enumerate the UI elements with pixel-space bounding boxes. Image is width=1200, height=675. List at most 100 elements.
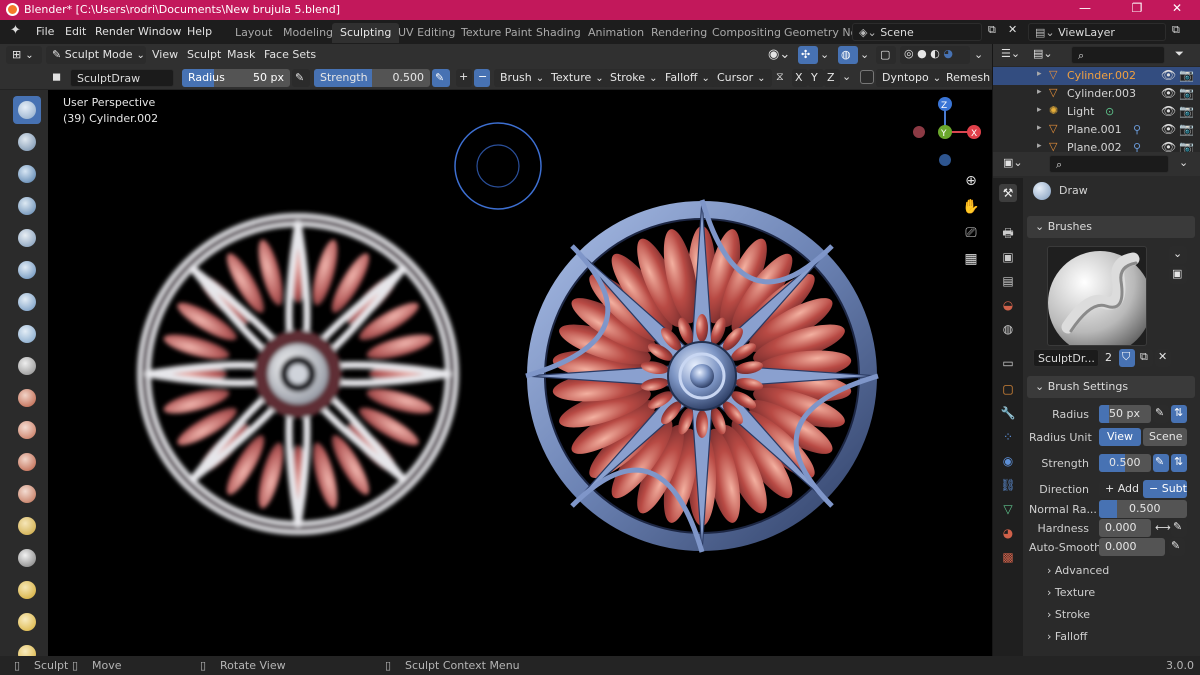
outliner-row[interactable]: ▸ ▽ Plane.002 ⚲ 👁 📷 [993,139,1200,152]
hardness-pressure-icon[interactable]: ✎ [1171,519,1187,537]
outliner-editor-icon[interactable]: ☰⌄ [1001,47,1020,60]
overlay-dropdown-icon[interactable]: ⌄ [860,48,869,61]
xray-toggle-icon[interactable]: ▢ [876,46,896,64]
delete-scene-icon[interactable]: ✕ [1008,23,1017,36]
radius-pressure-icon[interactable]: ✎ [292,69,310,87]
brush-datablock-field[interactable]: SculptDr... [1033,349,1099,367]
menu-file[interactable]: File [36,25,54,38]
duplicate-brush-icon[interactable]: ⧉ [1137,349,1153,367]
material-tab-icon[interactable]: ◕ [999,524,1017,542]
hardness-field[interactable]: 0.000 [1099,519,1151,537]
auto-smooth-pressure-icon[interactable]: ✎ [1169,538,1185,556]
rendered-shading-icon[interactable]: ◕ [943,47,953,60]
expand-icon[interactable]: ▸ [1037,141,1042,151]
tool-clay-strips[interactable] [13,192,41,220]
modifier-tab-icon[interactable]: 🔧 [999,404,1017,422]
strength-prop-field[interactable]: 0.500 [1099,454,1151,472]
camera-view-icon[interactable]: ⎚ [960,222,982,244]
unlink-brush-icon[interactable]: ✕ [1155,349,1171,367]
falloff-subpanel[interactable]: › Falloff [1047,630,1087,643]
gizmo-neg-z-axis[interactable] [939,154,951,166]
invert-hardness-icon[interactable]: ⟷ [1155,521,1171,534]
direction-add-icon[interactable]: + [456,69,472,87]
camera-icon[interactable]: 📷 [1179,104,1194,118]
menu-render[interactable]: Render [95,25,134,38]
eye-icon[interactable]: 👁 [1161,122,1176,136]
tool-grab[interactable] [13,576,41,604]
constraints-tab-icon[interactable]: ⛓ [999,476,1017,494]
outliner-search-input[interactable]: ⌕ [1071,46,1165,64]
tool-draw-sharp[interactable] [13,128,41,156]
direction-subtract-button[interactable]: − Subt... [1143,480,1187,498]
camera-icon[interactable]: 📷 [1179,140,1194,152]
close-window-button[interactable]: ✕ [1154,1,1200,19]
dyntopo-dropdown[interactable]: Dyntopo [876,69,948,87]
tab-layout[interactable]: Layout [227,23,280,43]
properties-options-icon[interactable]: ⌄ [1179,156,1188,169]
ortho-grid-icon[interactable]: ▦ [960,248,982,270]
menu-mask[interactable]: Mask [227,48,255,61]
brush-settings-panel-header[interactable]: ⌄ Brush Settings [1027,376,1195,398]
scene-tab-icon[interactable]: ◒ [999,296,1017,314]
outliner-row[interactable]: ▸ ▽ Plane.001 ⚲ 👁 📷 [993,121,1200,139]
tab-animation[interactable]: Animation [580,23,652,43]
overlay-toggle-icon[interactable]: ◍ [838,46,858,64]
tool-layer[interactable] [13,256,41,284]
eye-icon[interactable]: 👁 [1161,140,1176,152]
normal-radius-field[interactable]: 0.500 [1099,500,1187,518]
3d-viewport[interactable]: User Perspective (39) Cylinder.002 Z X Y… [48,90,992,656]
tool-elastic-deform[interactable] [13,608,41,636]
direction-add-button[interactable]: + Add [1099,480,1141,498]
zoom-icon[interactable]: ⊕ [960,170,982,192]
brush-preview-dropdown-icon[interactable]: ⌄ [1169,246,1187,264]
mode-selector[interactable]: ✎ Sculpt Mode [46,46,146,64]
wireframe-shading-icon[interactable]: ◎ [904,47,914,60]
blender-menu-icon[interactable]: ✦ [10,23,21,38]
new-view-layer-icon[interactable]: ⧉ [1172,23,1180,37]
shading-dropdown-icon[interactable]: ⌄ [974,48,983,61]
world-tab-icon[interactable]: ◍ [999,320,1017,338]
mirror-y-toggle[interactable]: Y [808,69,824,87]
eye-icon[interactable]: 👁 [1161,68,1176,82]
expand-icon[interactable]: ▸ [1037,69,1042,79]
tool-crease[interactable] [13,352,41,380]
tool-fill[interactable] [13,448,41,476]
radius-field[interactable]: Radius 50 px [182,69,290,87]
camera-icon[interactable]: 📷 [1179,86,1194,100]
gizmo-neg-x-axis[interactable] [913,126,925,138]
brush-dropdown[interactable]: Brush [494,69,551,87]
brush-icon-settings-icon[interactable]: ▣ [1169,266,1187,284]
outliner-filter-mode-icon[interactable]: ▤⌄ [1033,47,1053,60]
view-layer-selector[interactable]: ▤⌄ ViewLayer [1028,23,1166,41]
eye-icon[interactable]: 👁 [1161,104,1176,118]
gizmo-dropdown-icon[interactable]: ⌄ [820,48,829,61]
texture-subpanel[interactable]: › Texture [1047,586,1095,599]
tool-smooth[interactable] [13,384,41,412]
collection-tab-icon[interactable]: ▭ [999,354,1017,372]
expand-icon[interactable]: ▸ [1037,123,1042,133]
properties-editor-icon[interactable]: ▣⌄ [1003,156,1023,169]
gizmo-toggle-icon[interactable]: ✣ [798,46,818,64]
advanced-subpanel[interactable]: › Advanced [1047,564,1109,577]
camera-icon[interactable]: 📷 [1179,68,1194,82]
menu-sculpt[interactable]: Sculpt [187,48,221,61]
menu-face-sets[interactable]: Face Sets [264,48,316,61]
texture-dropdown[interactable]: Texture [545,69,610,87]
dyntopo-checkbox[interactable] [860,70,874,84]
solid-shading-icon[interactable]: ● [917,47,927,60]
radius-unit-scene-button[interactable]: Scene [1143,428,1187,446]
brushes-panel-header[interactable]: ⌄ Brushes [1027,216,1195,238]
menu-view[interactable]: View [152,48,178,61]
strength-field[interactable]: Strength 0.500 [314,69,430,87]
radius-prop-field[interactable]: 50 px [1099,405,1151,423]
direction-subtract-icon[interactable]: − [474,69,490,87]
fake-user-shield-icon[interactable]: ⛉ [1119,349,1135,367]
outliner-row[interactable]: ▸ ✺ Light ⊙ 👁 📷 [993,103,1200,121]
eye-icon[interactable]: 👁 [1161,86,1176,100]
tool-draw[interactable] [13,96,41,124]
render-tab-icon[interactable]: 🖶 [999,224,1017,242]
particles-tab-icon[interactable]: ⁘ [999,428,1017,446]
tool-clay[interactable] [13,160,41,188]
physics-tab-icon[interactable]: ◉ [999,452,1017,470]
menu-window[interactable]: Window [138,25,181,38]
